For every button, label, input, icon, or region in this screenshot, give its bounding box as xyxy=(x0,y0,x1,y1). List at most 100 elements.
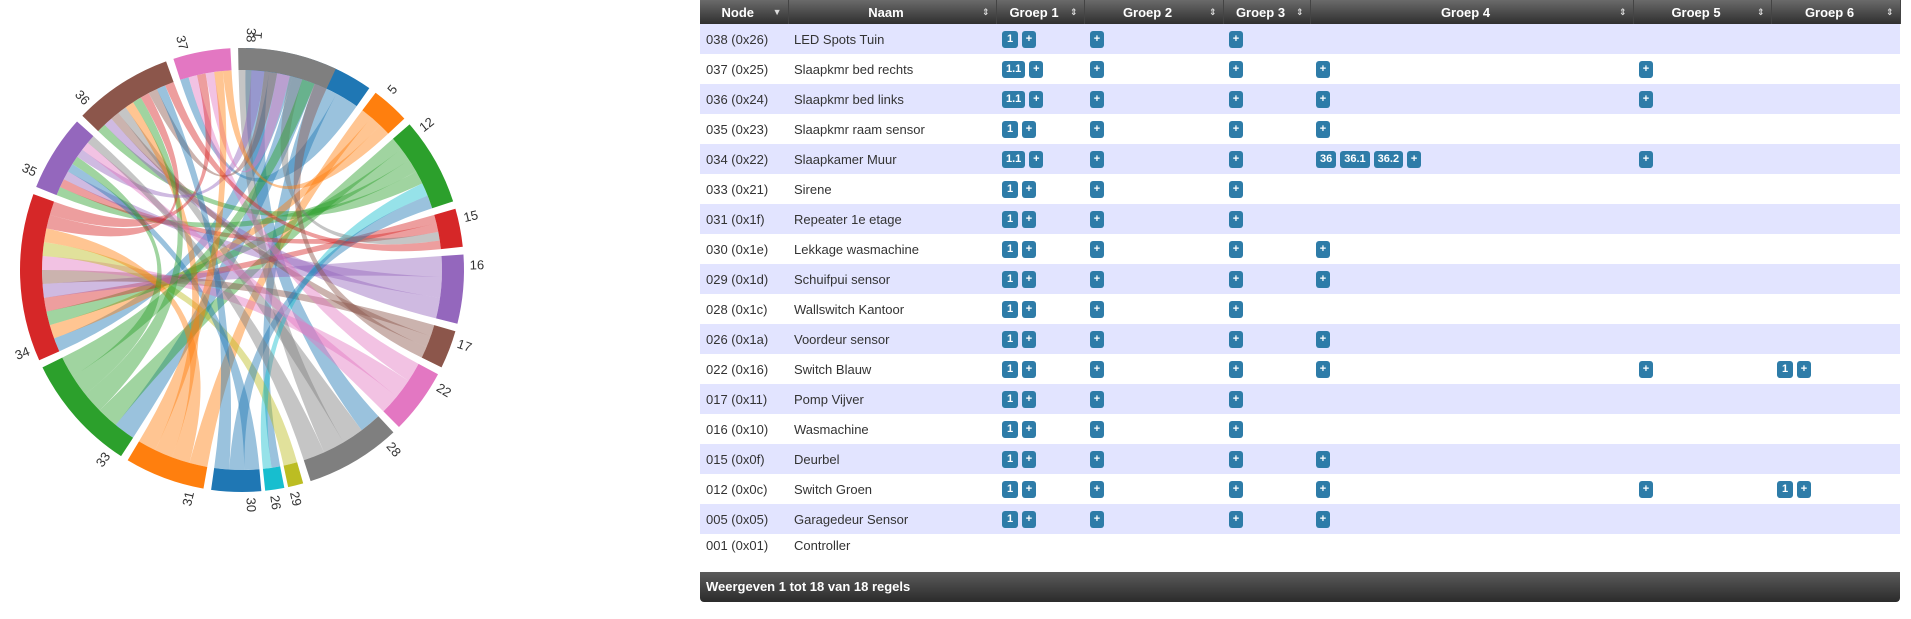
add-association-button[interactable]: + xyxy=(1229,360,1243,378)
add-association-button[interactable]: + xyxy=(1797,360,1811,378)
add-association-button[interactable]: + xyxy=(1229,390,1243,408)
add-association-button[interactable]: + xyxy=(1090,150,1104,168)
chord-group-arc[interactable] xyxy=(211,468,262,492)
col-header-groep-2[interactable]: Groep 2 ⇕ xyxy=(1084,0,1224,24)
add-association-button[interactable]: + xyxy=(1316,360,1330,378)
association-chip[interactable]: 1 xyxy=(1777,480,1793,498)
association-chip[interactable]: 1.1 xyxy=(1002,150,1026,168)
add-association-button[interactable]: + xyxy=(1090,120,1104,138)
add-association-button[interactable]: + xyxy=(1090,30,1104,48)
association-chip[interactable]: 1 xyxy=(1777,360,1793,378)
add-association-button[interactable]: + xyxy=(1229,450,1243,468)
add-association-button[interactable]: + xyxy=(1316,120,1330,138)
add-association-button[interactable]: + xyxy=(1022,360,1036,378)
col-header-groep-6[interactable]: Groep 6 ⇕ xyxy=(1771,0,1901,24)
association-chip[interactable]: 1.1 xyxy=(1002,90,1026,108)
add-association-button[interactable]: + xyxy=(1029,90,1044,108)
add-association-button[interactable]: + xyxy=(1022,270,1036,288)
add-association-button[interactable]: + xyxy=(1090,330,1104,348)
add-association-button[interactable]: + xyxy=(1229,240,1243,258)
add-association-button[interactable]: + xyxy=(1229,120,1243,138)
add-association-button[interactable]: + xyxy=(1229,330,1243,348)
add-association-button[interactable]: + xyxy=(1022,30,1036,48)
association-chip[interactable]: 1 xyxy=(1002,420,1018,438)
association-chip[interactable]: 36.1 xyxy=(1340,150,1370,168)
association-chip[interactable]: 1 xyxy=(1002,300,1018,318)
association-chip[interactable]: 1 xyxy=(1002,360,1018,378)
add-association-button[interactable]: + xyxy=(1022,390,1036,408)
chord-group-arc[interactable] xyxy=(262,466,285,491)
add-association-button[interactable]: + xyxy=(1316,480,1330,498)
add-association-button[interactable]: + xyxy=(1090,240,1104,258)
add-association-button[interactable]: + xyxy=(1022,480,1036,498)
add-association-button[interactable]: + xyxy=(1090,480,1104,498)
add-association-button[interactable]: + xyxy=(1229,90,1243,108)
association-chip[interactable]: 1 xyxy=(1002,480,1018,498)
add-association-button[interactable]: + xyxy=(1022,300,1036,318)
add-association-button[interactable]: + xyxy=(1316,270,1330,288)
add-association-button[interactable]: + xyxy=(1090,60,1104,78)
add-association-button[interactable]: + xyxy=(1029,150,1044,168)
col-header-groep-1[interactable]: Groep 1 ⇕ xyxy=(996,0,1085,24)
add-association-button[interactable]: + xyxy=(1639,480,1653,498)
add-association-button[interactable]: + xyxy=(1316,60,1330,78)
association-chip[interactable]: 1 xyxy=(1002,390,1018,408)
add-association-button[interactable]: + xyxy=(1316,330,1330,348)
add-association-button[interactable]: + xyxy=(1022,510,1036,528)
association-chip[interactable]: 1.1 xyxy=(1002,60,1026,78)
add-association-button[interactable]: + xyxy=(1639,150,1653,168)
association-chip[interactable]: 36.2 xyxy=(1373,150,1404,168)
association-chip[interactable]: 1 xyxy=(1002,30,1018,48)
add-association-button[interactable]: + xyxy=(1229,150,1243,168)
add-association-button[interactable]: + xyxy=(1090,210,1104,228)
add-association-button[interactable]: + xyxy=(1090,90,1104,108)
association-chip[interactable]: 1 xyxy=(1002,330,1018,348)
add-association-button[interactable]: + xyxy=(1229,300,1243,318)
add-association-button[interactable]: + xyxy=(1090,510,1104,528)
add-association-button[interactable]: + xyxy=(1639,60,1653,78)
add-association-button[interactable]: + xyxy=(1639,360,1653,378)
add-association-button[interactable]: + xyxy=(1022,210,1036,228)
col-header-groep-5[interactable]: Groep 5 ⇕ xyxy=(1633,0,1772,24)
add-association-button[interactable]: + xyxy=(1090,180,1104,198)
association-chip[interactable]: 36 xyxy=(1316,150,1337,168)
col-header-groep-4[interactable]: Groep 4 ⇕ xyxy=(1310,0,1634,24)
add-association-button[interactable]: + xyxy=(1316,240,1330,258)
add-association-button[interactable]: + xyxy=(1316,510,1330,528)
col-header-node[interactable]: Node ▼ xyxy=(700,0,789,24)
add-association-button[interactable]: + xyxy=(1229,270,1243,288)
add-association-button[interactable]: + xyxy=(1229,420,1243,438)
association-chip[interactable]: 1 xyxy=(1002,210,1018,228)
add-association-button[interactable]: + xyxy=(1229,60,1243,78)
chord-group-arc[interactable] xyxy=(283,462,304,488)
add-association-button[interactable]: + xyxy=(1029,60,1044,78)
add-association-button[interactable]: + xyxy=(1090,270,1104,288)
association-chip[interactable]: 1 xyxy=(1002,120,1018,138)
add-association-button[interactable]: + xyxy=(1229,510,1243,528)
add-association-button[interactable]: + xyxy=(1022,240,1036,258)
add-association-button[interactable]: + xyxy=(1022,330,1036,348)
add-association-button[interactable]: + xyxy=(1090,360,1104,378)
add-association-button[interactable]: + xyxy=(1022,180,1036,198)
association-chip[interactable]: 1 xyxy=(1002,510,1018,528)
add-association-button[interactable]: + xyxy=(1639,90,1653,108)
add-association-button[interactable]: + xyxy=(1316,450,1330,468)
association-chip[interactable]: 1 xyxy=(1002,450,1018,468)
add-association-button[interactable]: + xyxy=(1407,150,1422,168)
add-association-button[interactable]: + xyxy=(1022,420,1036,438)
add-association-button[interactable]: + xyxy=(1229,210,1243,228)
add-association-button[interactable]: + xyxy=(1022,120,1036,138)
col-header-naam[interactable]: Naam ⇕ xyxy=(788,0,997,24)
association-chip[interactable]: 1 xyxy=(1002,270,1018,288)
add-association-button[interactable]: + xyxy=(1090,420,1104,438)
add-association-button[interactable]: + xyxy=(1090,450,1104,468)
add-association-button[interactable]: + xyxy=(1090,300,1104,318)
add-association-button[interactable]: + xyxy=(1090,390,1104,408)
col-header-groep-3[interactable]: Groep 3 ⇕ xyxy=(1223,0,1311,24)
add-association-button[interactable]: + xyxy=(1316,90,1330,108)
add-association-button[interactable]: + xyxy=(1229,30,1243,48)
add-association-button[interactable]: + xyxy=(1022,450,1036,468)
add-association-button[interactable]: + xyxy=(1797,480,1811,498)
add-association-button[interactable]: + xyxy=(1229,180,1243,198)
add-association-button[interactable]: + xyxy=(1229,480,1243,498)
